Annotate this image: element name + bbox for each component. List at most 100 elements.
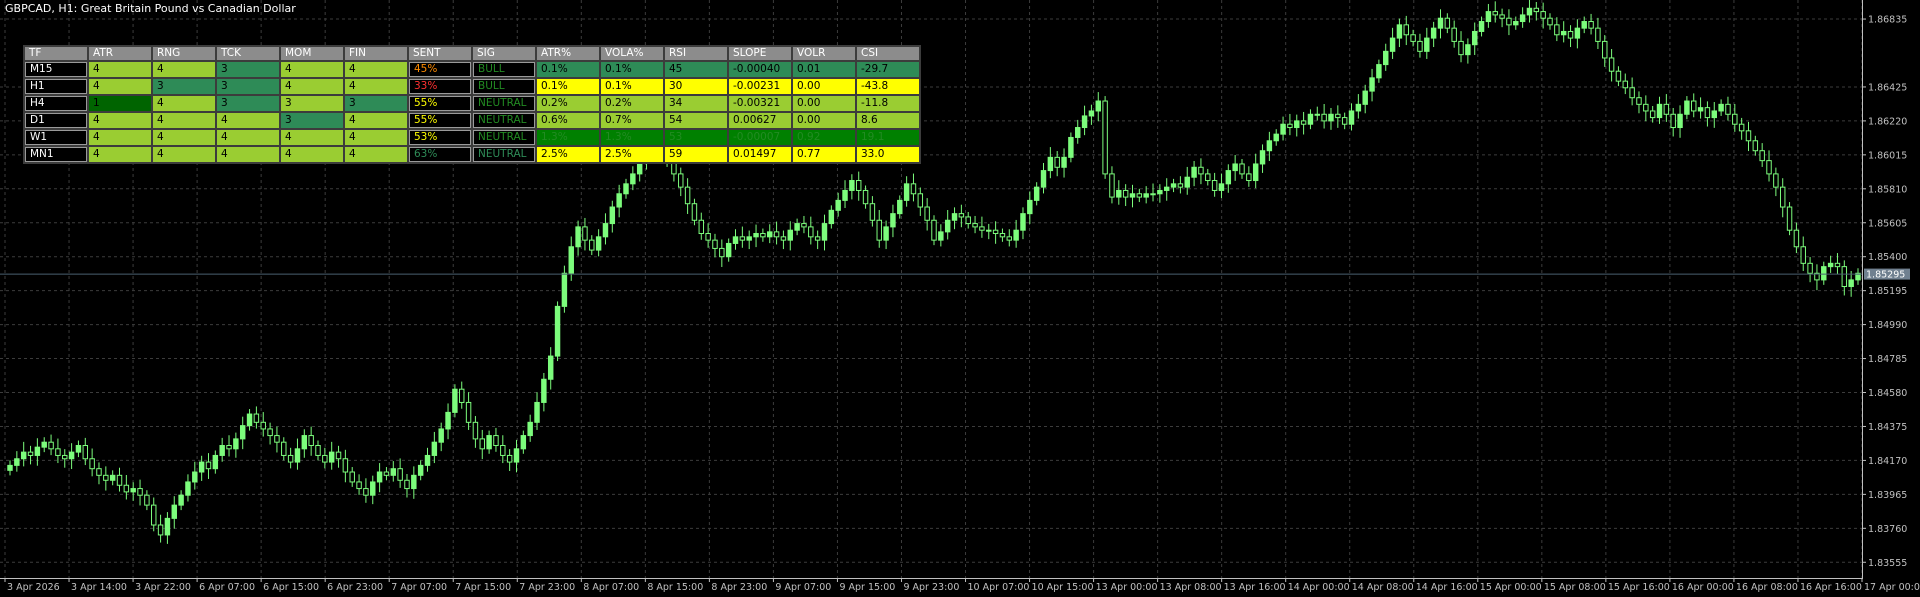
candle[interactable] <box>746 230 752 250</box>
candle[interactable] <box>1588 13 1594 35</box>
candle[interactable] <box>1773 167 1779 197</box>
candle[interactable] <box>1437 9 1444 39</box>
candle[interactable] <box>1157 184 1163 203</box>
candle[interactable] <box>116 467 123 492</box>
candle[interactable] <box>1198 158 1204 185</box>
candle[interactable] <box>780 230 787 250</box>
candle[interactable] <box>1656 96 1663 124</box>
candle[interactable] <box>1848 270 1854 297</box>
candle[interactable] <box>287 447 294 469</box>
candle[interactable] <box>1075 119 1081 144</box>
candle[interactable] <box>787 221 793 251</box>
candle[interactable] <box>465 392 472 430</box>
candle[interactable] <box>1389 27 1396 59</box>
candle[interactable] <box>48 434 54 456</box>
candle[interactable] <box>20 441 27 467</box>
candle[interactable] <box>363 478 369 503</box>
candle[interactable] <box>1033 182 1040 206</box>
candle[interactable] <box>178 490 184 511</box>
candle[interactable] <box>1821 261 1827 285</box>
candle[interactable] <box>1369 68 1375 102</box>
candle[interactable] <box>938 224 944 247</box>
candle[interactable] <box>1006 229 1013 247</box>
candle[interactable] <box>109 470 116 486</box>
candle[interactable] <box>1444 13 1451 34</box>
candle[interactable] <box>1677 105 1683 138</box>
candle[interactable] <box>308 426 314 456</box>
candle[interactable] <box>534 392 540 430</box>
candle[interactable] <box>1560 21 1567 43</box>
candle[interactable] <box>944 210 951 240</box>
candle[interactable] <box>1314 106 1321 121</box>
candle[interactable] <box>1150 183 1156 202</box>
candle[interactable] <box>41 437 47 453</box>
candle[interactable] <box>226 435 232 457</box>
candle[interactable] <box>82 437 89 466</box>
candle[interactable] <box>773 221 780 245</box>
candle[interactable] <box>417 460 424 481</box>
candle[interactable] <box>1287 113 1293 136</box>
candle[interactable] <box>301 429 308 458</box>
candle[interactable] <box>986 223 992 240</box>
candle[interactable] <box>1595 17 1601 50</box>
candle[interactable] <box>1567 25 1574 48</box>
candle[interactable] <box>1779 178 1786 218</box>
candle[interactable] <box>547 347 554 390</box>
candle[interactable] <box>103 466 109 491</box>
candle[interactable] <box>910 173 917 202</box>
candle[interactable] <box>1252 153 1259 189</box>
candle[interactable] <box>855 171 862 201</box>
candle[interactable] <box>445 403 451 440</box>
candle[interactable] <box>493 427 499 452</box>
candle[interactable] <box>814 230 821 250</box>
candle[interactable] <box>274 426 280 453</box>
candle[interactable] <box>1013 219 1019 248</box>
candle[interactable] <box>821 214 828 251</box>
candle[interactable] <box>1239 158 1245 179</box>
candle[interactable] <box>219 437 225 462</box>
candle[interactable] <box>931 215 937 246</box>
candle[interactable] <box>828 205 835 229</box>
candle[interactable] <box>459 381 465 409</box>
candle[interactable] <box>1506 9 1512 36</box>
candle[interactable] <box>999 228 1006 242</box>
candle[interactable] <box>1273 129 1279 146</box>
candle[interactable] <box>1800 236 1806 271</box>
candle[interactable] <box>1095 92 1101 122</box>
candle[interactable] <box>356 474 362 495</box>
candle[interactable] <box>1718 99 1724 116</box>
candle[interactable] <box>1834 253 1841 275</box>
candle[interactable] <box>1088 104 1095 125</box>
candle[interactable] <box>198 455 205 481</box>
candle[interactable] <box>1376 59 1382 83</box>
candle[interactable] <box>1615 66 1622 87</box>
candle[interactable] <box>1622 73 1629 95</box>
candle[interactable] <box>609 200 616 233</box>
candle[interactable] <box>157 514 164 543</box>
candle[interactable] <box>575 220 581 256</box>
candle[interactable] <box>972 215 978 234</box>
candle[interactable] <box>951 207 958 230</box>
candle[interactable] <box>1663 94 1670 122</box>
candle[interactable] <box>1410 29 1416 47</box>
candle[interactable] <box>1533 1 1540 21</box>
candle[interactable] <box>1184 166 1190 195</box>
candle[interactable] <box>315 440 321 461</box>
candle[interactable] <box>698 212 705 240</box>
candle[interactable] <box>1027 191 1033 224</box>
candle[interactable] <box>691 198 698 226</box>
candle[interactable] <box>760 228 766 242</box>
candle[interactable] <box>164 512 171 544</box>
candle[interactable] <box>1020 207 1026 240</box>
candle[interactable] <box>75 440 82 458</box>
candle[interactable] <box>1814 264 1820 291</box>
candle[interactable] <box>1430 21 1437 48</box>
candle[interactable] <box>876 210 882 248</box>
candle[interactable] <box>561 265 568 313</box>
candle[interactable] <box>1670 107 1676 137</box>
candle[interactable] <box>725 238 732 262</box>
candle[interactable] <box>500 435 506 464</box>
candle[interactable] <box>1711 102 1717 128</box>
candle[interactable] <box>205 453 212 479</box>
candle[interactable] <box>958 204 965 228</box>
